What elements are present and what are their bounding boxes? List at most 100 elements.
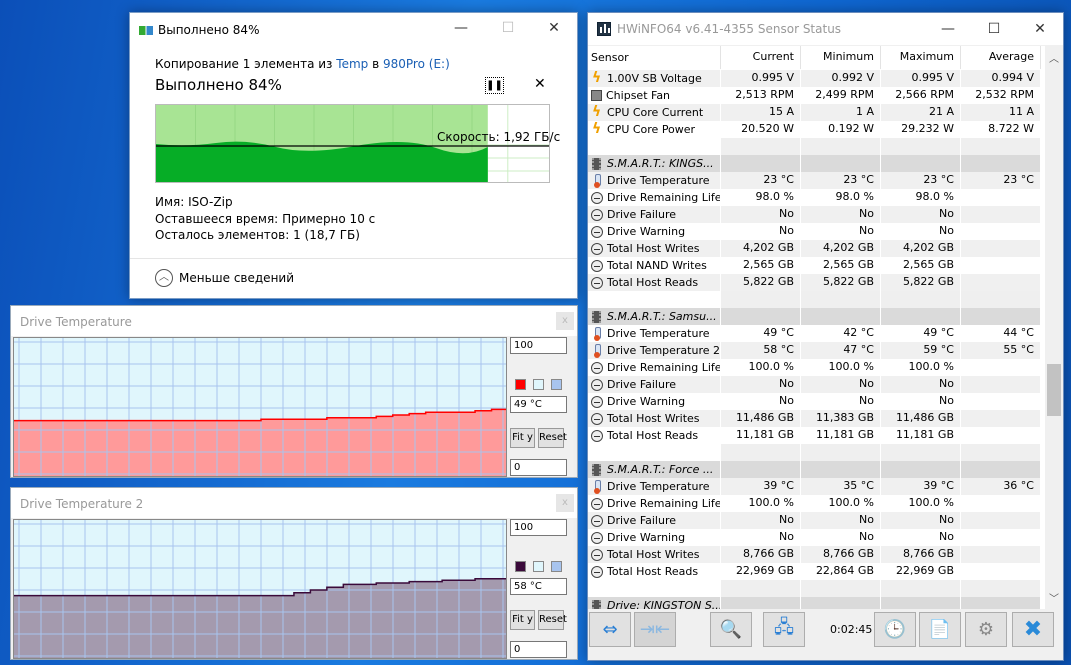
minimize-button[interactable]: — bbox=[438, 13, 484, 43]
sensor-name: Drive Failure bbox=[588, 512, 721, 529]
minimum-value bbox=[801, 580, 881, 597]
source-link[interactable]: Temp bbox=[336, 57, 368, 71]
sensor-row[interactable]: Total Host Writes 4,202 GB 4,202 GB 4,202 G… bbox=[588, 240, 1045, 257]
minimize-button[interactable]: — bbox=[925, 14, 971, 44]
sensor-group-header[interactable]: S.M.A.R.T.: Samsu... bbox=[588, 308, 1045, 325]
sensor-name: Total NAND Writes bbox=[588, 257, 721, 274]
sensor-name: Total Host Reads bbox=[588, 274, 721, 291]
column-header-sensor[interactable]: Sensor bbox=[588, 46, 721, 69]
scroll-up-arrow-icon[interactable]: ︿ bbox=[1045, 50, 1063, 65]
y-min-field[interactable]: 0 bbox=[510, 459, 567, 476]
sensor-name bbox=[588, 138, 721, 155]
sensor-row[interactable]: Drive Remaining Life 100.0 % 100.0 % 100.0 … bbox=[588, 359, 1045, 376]
line-color-swatch[interactable] bbox=[515, 379, 526, 390]
line-color-swatch[interactable] bbox=[515, 561, 526, 572]
items-value: 1 (18,7 ГБ) bbox=[293, 228, 360, 242]
sensor-group-header[interactable]: Drive: KINGSTON S... bbox=[588, 597, 1045, 609]
reset-button[interactable]: Reset bbox=[538, 428, 567, 448]
reset-timer-button[interactable]: 🕒 bbox=[874, 612, 916, 647]
maximize-button[interactable]: ☐ bbox=[971, 14, 1017, 44]
close-button[interactable]: ✕ bbox=[1017, 14, 1063, 44]
settings-button[interactable]: ⚙ bbox=[965, 612, 1007, 647]
sensor-row[interactable]: CPU Core Power 20.520 W 0.192 W 29.232 W 8.7… bbox=[588, 121, 1045, 138]
average-value bbox=[961, 580, 1041, 597]
sensor-row[interactable]: Drive Temperature 2 58 °C 47 °C 59 °C 55 °C bbox=[588, 342, 1045, 359]
sensor-row[interactable]: Drive Warning No No No bbox=[588, 393, 1045, 410]
cell-text: No bbox=[939, 530, 954, 543]
background-color-swatch[interactable] bbox=[533, 561, 544, 572]
sensor-row[interactable]: Total Host Reads 11,181 GB 11,181 GB 11,181… bbox=[588, 427, 1045, 444]
collapse-columns-button[interactable]: ⇥⇤ bbox=[634, 612, 676, 647]
sensor-row[interactable]: Drive Temperature 39 °C 35 °C 39 °C 36 °C bbox=[588, 478, 1045, 495]
grid-color-swatch[interactable] bbox=[551, 561, 562, 572]
close-button[interactable]: ✕ bbox=[531, 13, 577, 43]
column-header-current[interactable]: Current bbox=[721, 46, 801, 69]
cancel-copy-button[interactable]: ✕ bbox=[534, 76, 546, 92]
close-graph-button[interactable]: x bbox=[556, 494, 574, 512]
y-max-field[interactable]: 100 bbox=[510, 337, 567, 354]
reset-button[interactable]: Reset bbox=[538, 610, 567, 630]
maximum-value: No bbox=[881, 393, 961, 410]
sensor-row[interactable]: Drive Failure No No No bbox=[588, 206, 1045, 223]
sensor-row[interactable]: Drive Temperature 23 °C 23 °C 23 °C 23 °C bbox=[588, 172, 1045, 189]
average-value: 36 °C bbox=[961, 478, 1041, 495]
maximum-value: No bbox=[881, 512, 961, 529]
destination-link[interactable]: 980Pro (E:) bbox=[383, 57, 450, 71]
grid-color-swatch[interactable] bbox=[551, 379, 562, 390]
fit-y-button[interactable]: Fit y bbox=[510, 428, 535, 448]
sensor-group-header[interactable]: S.M.A.R.T.: Force ... bbox=[588, 461, 1045, 478]
sensor-row[interactable]: Total Host Reads 5,822 GB 5,822 GB 5,822 GB bbox=[588, 274, 1045, 291]
cell-text: 39 °C bbox=[763, 479, 794, 492]
sensor-row[interactable]: Drive Warning No No No bbox=[588, 223, 1045, 240]
background-color-swatch[interactable] bbox=[533, 379, 544, 390]
sensor-row[interactable]: Total Host Writes 11,486 GB 11,383 GB 11,48… bbox=[588, 410, 1045, 427]
column-header-maximum[interactable]: Maximum bbox=[881, 46, 961, 69]
y-min-field[interactable]: 0 bbox=[510, 641, 567, 658]
name-value: ISO-Zip bbox=[188, 195, 233, 209]
current-value: 15 A bbox=[721, 104, 801, 121]
sensor-row[interactable]: Drive Failure No No No bbox=[588, 376, 1045, 393]
less-details-button[interactable]: ︿ Меньше сведений bbox=[155, 269, 294, 287]
logging-button[interactable]: 📄 bbox=[919, 612, 961, 647]
network-button[interactable]: 🖧 bbox=[763, 612, 805, 647]
minimum-value: 35 °C bbox=[801, 478, 881, 495]
sensor-report-button[interactable]: 🔍 bbox=[710, 612, 752, 647]
sensor-row[interactable]: Total NAND Writes 2,565 GB 2,565 GB 2,565 G… bbox=[588, 257, 1045, 274]
scrollbar-thumb[interactable] bbox=[1047, 364, 1061, 416]
sensor-row[interactable]: Drive Failure No No No bbox=[588, 512, 1045, 529]
sensor-row[interactable]: Chipset Fan 2,513 RPM 2,499 RPM 2,566 RPM 2,… bbox=[588, 87, 1045, 104]
sensor-row[interactable]: 1.00V SB Voltage 0.995 V 0.992 V 0.995 V 0.9… bbox=[588, 70, 1045, 87]
sensor-row[interactable]: Drive Temperature 49 °C 42 °C 49 °C 44 °C bbox=[588, 325, 1045, 342]
cell-text: 42 °C bbox=[843, 326, 874, 339]
cell-text: S.M.A.R.T.: Samsu... bbox=[607, 309, 717, 323]
current-value bbox=[721, 597, 801, 609]
current-value: 11,486 GB bbox=[721, 410, 801, 427]
pause-button[interactable]: ❚❚ bbox=[485, 77, 504, 94]
y-max-field[interactable]: 100 bbox=[510, 519, 567, 536]
fit-y-button[interactable]: Fit y bbox=[510, 610, 535, 630]
cell-text: No bbox=[859, 207, 874, 220]
sensor-name: Drive Warning bbox=[588, 393, 721, 410]
scroll-down-arrow-icon[interactable]: ﹀ bbox=[1045, 590, 1063, 605]
expand-columns-button[interactable]: ⇔ bbox=[589, 612, 631, 647]
sensor-row[interactable]: Drive Remaining Life 100.0 % 100.0 % 100.0 … bbox=[588, 495, 1045, 512]
cell-text: Drive Warning bbox=[607, 530, 686, 544]
sensor-row[interactable]: Drive Warning No No No bbox=[588, 529, 1045, 546]
close-x-icon: ✖ bbox=[1023, 617, 1043, 642]
sensor-group-header[interactable]: S.M.A.R.T.: KINGS... bbox=[588, 155, 1045, 172]
sensor-row[interactable]: CPU Core Current 15 A 1 A 21 A 11 A bbox=[588, 104, 1045, 121]
vertical-scrollbar[interactable]: ︿ ﹀ bbox=[1045, 46, 1063, 609]
sensor-row[interactable]: Total Host Reads 22,969 GB 22,864 GB 22,969… bbox=[588, 563, 1045, 580]
cell-text: 47 °C bbox=[843, 343, 874, 356]
column-header-average[interactable]: Average bbox=[961, 46, 1041, 69]
close-sensors-button[interactable]: ✖ bbox=[1012, 612, 1054, 647]
maximum-value bbox=[881, 155, 961, 172]
close-graph-button[interactable]: x bbox=[556, 312, 574, 330]
cell-text: 21 A bbox=[928, 105, 954, 118]
cell-text: 11,383 GB bbox=[815, 411, 874, 424]
sensor-row[interactable]: Drive Remaining Life 98.0 % 98.0 % 98.0 % bbox=[588, 189, 1045, 206]
cell-text: Drive Warning bbox=[607, 394, 686, 408]
column-header-minimum[interactable]: Minimum bbox=[801, 46, 881, 69]
minimum-value: 42 °C bbox=[801, 325, 881, 342]
sensor-row[interactable]: Total Host Writes 8,766 GB 8,766 GB 8,766 G… bbox=[588, 546, 1045, 563]
